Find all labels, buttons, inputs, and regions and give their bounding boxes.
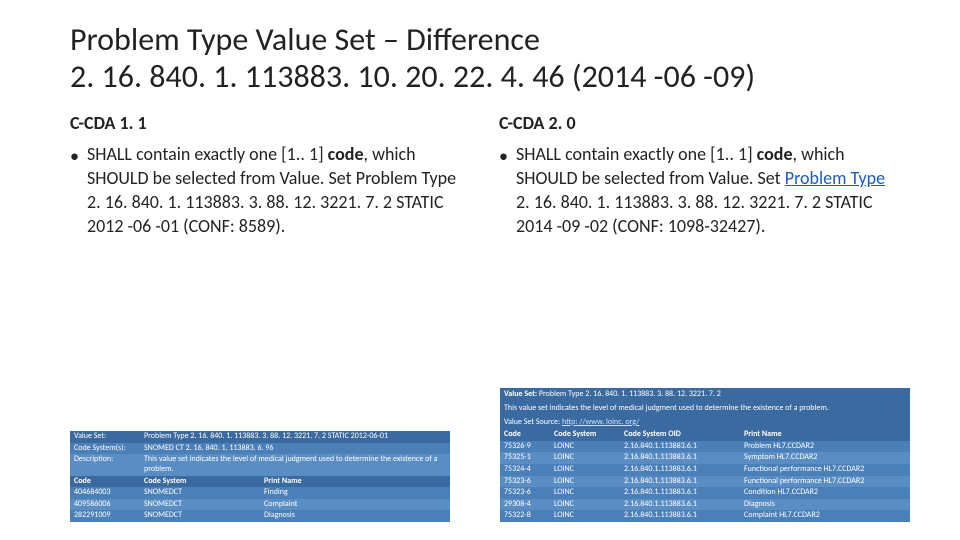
left-mini-table: Value Set: Problem Type 2. 16. 840. 1. 1…: [70, 431, 450, 522]
table-header-row: Code Code System Code System OID Print N…: [500, 429, 910, 441]
cell: 2.16.840.1.113883.6.1: [620, 487, 740, 499]
cell: Diagnosis: [740, 499, 910, 511]
cell: LOINC: [550, 441, 620, 453]
left-heading: C-CDA 1. 1: [70, 112, 471, 134]
right-column: C-CDA 2. 0 • SHALL contain exactly one […: [499, 108, 900, 249]
left-bullet-pre: SHALL contain exactly one [1.. 1]: [87, 143, 328, 165]
left-bullet-code: code: [328, 143, 364, 165]
src-label: Value Set Source:: [504, 417, 560, 427]
cell: 29308-4: [500, 499, 550, 511]
cell: SNOMEDCT: [140, 510, 260, 522]
cell: 2.16.840.1.113883.6.1: [620, 452, 740, 464]
cell: LOINC: [550, 476, 620, 488]
cs-value: SNOMED CT 2. 16. 840. 1. 113883. 6. 96: [140, 443, 450, 455]
desc-value: This value set indicates the level of me…: [140, 454, 450, 475]
cell: LOINC: [550, 464, 620, 476]
left-bullet: • SHALL contain exactly one [1.. 1] code…: [70, 142, 471, 239]
cell: 75325-1: [500, 452, 550, 464]
cell: 2.16.840.1.113883.6.1: [620, 499, 740, 511]
slide: Problem Type Value Set – Difference 2. 1…: [0, 0, 960, 540]
cell: 404684003: [70, 487, 140, 499]
vs-value: Problem Type 2. 16. 840. 1. 113883. 3. 8…: [539, 389, 721, 399]
cell: 409586006: [70, 499, 140, 511]
table-row: Description: This value set indicates th…: [70, 454, 450, 475]
right-bullet-code: code: [757, 143, 793, 165]
right-bullet-post: 2. 16. 840. 1. 113883. 3. 88. 12. 3221. …: [516, 191, 873, 237]
bullet-icon: •: [70, 142, 79, 239]
right-mini-table: Value Set: Problem Type 2. 16. 840. 1. 1…: [500, 388, 910, 522]
cell: SNOMEDCT: [140, 499, 260, 511]
right-source-row: Value Set Source: http: //www. loinc. or…: [500, 416, 910, 430]
problem-type-link[interactable]: Problem Type: [785, 167, 885, 189]
vs-label: Value Set:: [70, 431, 140, 443]
desc-label: Description:: [70, 454, 140, 475]
table-row: 75326-9LOINC2.16.840.1.113883.6.1Problem…: [500, 441, 910, 453]
bullet-icon: •: [499, 142, 508, 239]
cell: Complaint HL7.CCDAR2: [740, 510, 910, 522]
right-bullet-text: SHALL contain exactly one [1.. 1] code, …: [516, 142, 900, 239]
table-row: Value Set: Problem Type 2. 16. 840. 1. 1…: [70, 431, 450, 443]
table-row: 75325-1LOINC2.16.840.1.113883.6.1Symptom…: [500, 452, 910, 464]
table-row: 75323-6LOINC2.16.840.1.113883.6.1Conditi…: [500, 487, 910, 499]
col-code: Code: [500, 429, 550, 441]
cell: Functional performance HL7.CCDAR2: [740, 464, 910, 476]
table-row: Code System(s): SNOMED CT 2. 16. 840. 1.…: [70, 443, 450, 455]
col-code: Code: [70, 476, 140, 488]
right-vs-row: Value Set: Problem Type 2. 16. 840. 1. 1…: [500, 388, 910, 402]
table-header-row: Code Code System Print Name: [70, 476, 450, 488]
cell: Diagnosis: [260, 510, 450, 522]
col-oid: Code System OID: [620, 429, 740, 441]
cell: 282291009: [70, 510, 140, 522]
cell: 75326-9: [500, 441, 550, 453]
cell: 75322-8: [500, 510, 550, 522]
cell: 2.16.840.1.113883.6.1: [620, 441, 740, 453]
table-row: 282291009SNOMEDCTDiagnosis: [70, 510, 450, 522]
table-row: 75322-8LOINC2.16.840.1.113883.6.1Complai…: [500, 510, 910, 522]
col-printname: Print Name: [740, 429, 910, 441]
table-row: 75323-6LOINC2.16.840.1.113883.6.1Functio…: [500, 476, 910, 488]
cell: 75324-4: [500, 464, 550, 476]
left-column: C-CDA 1. 1 • SHALL contain exactly one […: [70, 108, 471, 249]
columns: C-CDA 1. 1 • SHALL contain exactly one […: [70, 108, 900, 249]
cell: SNOMEDCT: [140, 487, 260, 499]
cell: Symptom HL7.CCDAR2: [740, 452, 910, 464]
col-printname: Print Name: [260, 476, 450, 488]
loinc-link[interactable]: http: //www. loinc. org/: [562, 417, 639, 427]
table-row: 409586006SNOMEDCTComplaint: [70, 499, 450, 511]
cell: Complaint: [260, 499, 450, 511]
page-title: Problem Type Value Set – Difference 2. 1…: [70, 22, 900, 96]
cell: 75323-6: [500, 487, 550, 499]
table-row: 29308-4LOINC2.16.840.1.113883.6.1Diagnos…: [500, 499, 910, 511]
cell: LOINC: [550, 487, 620, 499]
vs-label: Value Set:: [504, 389, 537, 399]
cell: Condition HL7.CCDAR2: [740, 487, 910, 499]
vs-value: Problem Type 2. 16. 840. 1. 113883. 3. 8…: [140, 431, 450, 443]
right-heading: C-CDA 2. 0: [499, 112, 900, 134]
table-row: 75324-4LOINC2.16.840.1.113883.6.1Functio…: [500, 464, 910, 476]
col-codesystem: Code System: [550, 429, 620, 441]
right-bullet: • SHALL contain exactly one [1.. 1] code…: [499, 142, 900, 239]
table-row: 404684003SNOMEDCTFinding: [70, 487, 450, 499]
left-bullet-text: SHALL contain exactly one [1.. 1] code, …: [87, 142, 471, 239]
cell: Functional performance HL7.CCDAR2: [740, 476, 910, 488]
cell: 2.16.840.1.113883.6.1: [620, 510, 740, 522]
cell: 2.16.840.1.113883.6.1: [620, 476, 740, 488]
title-line-2: 2. 16. 840. 1. 113883. 10. 20. 22. 4. 46…: [70, 57, 755, 96]
col-codesystem: Code System: [140, 476, 260, 488]
cell: 75323-6: [500, 476, 550, 488]
cs-label: Code System(s):: [70, 443, 140, 455]
cell: LOINC: [550, 452, 620, 464]
right-bullet-pre: SHALL contain exactly one [1.. 1]: [516, 143, 757, 165]
cell: 2.16.840.1.113883.6.1: [620, 464, 740, 476]
cell: Problem HL7.CCDAR2: [740, 441, 910, 453]
cell: LOINC: [550, 510, 620, 522]
cell: LOINC: [550, 499, 620, 511]
title-line-1: Problem Type Value Set – Difference: [70, 20, 540, 59]
right-note: This value set indicates the level of me…: [500, 402, 910, 416]
cell: Finding: [260, 487, 450, 499]
